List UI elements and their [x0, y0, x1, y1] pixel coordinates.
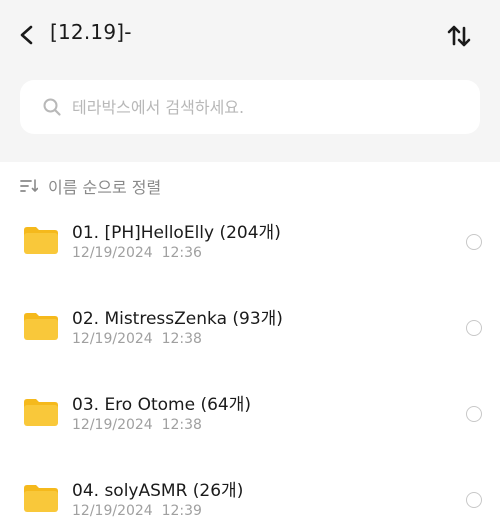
folder-time: 12:39 — [161, 503, 202, 519]
select-radio[interactable] — [466, 320, 482, 336]
list-item[interactable]: 01. [PH]HelloElly (204개) 12/19/2024 12:3… — [0, 202, 500, 288]
list-item[interactable]: 04. solyASMR (26개) 12/19/2024 12:39 — [0, 460, 500, 531]
file-list-panel: 이름 순으로 정렬 01. [PH]HelloElly (204개) 12/19… — [0, 162, 500, 531]
folder-name: 04. solyASMR (26개) — [72, 481, 244, 501]
folder-time: 12:38 — [161, 331, 202, 347]
folder-icon — [24, 227, 58, 254]
search-icon — [43, 98, 61, 116]
file-browser-screen: [12.19]- 이름 순으로 정렬 — [0, 0, 500, 531]
folder-icon — [24, 399, 58, 426]
list-item[interactable]: 03. Ero Otome (64개) 12/19/2024 12:38 — [0, 374, 500, 460]
select-radio[interactable] — [466, 406, 482, 422]
folder-modified: 12/19/2024 12:38 — [72, 417, 202, 433]
folder-name: 01. [PH]HelloElly (204개) — [72, 223, 281, 243]
folder-modified: 12/19/2024 12:36 — [72, 245, 202, 261]
sort-label: 이름 순으로 정렬 — [48, 178, 162, 197]
select-radio[interactable] — [466, 234, 482, 250]
chevron-left-icon — [20, 25, 33, 45]
folder-name: 03. Ero Otome (64개) — [72, 395, 252, 415]
search-bar[interactable] — [20, 80, 480, 134]
folder-time: 12:36 — [161, 245, 202, 261]
folder-date: 12/19/2024 — [72, 417, 153, 433]
folder-name: 02. MistressZenka (93개) — [72, 309, 283, 329]
folder-time: 12:38 — [161, 417, 202, 433]
folder-date: 12/19/2024 — [72, 331, 153, 347]
folder-modified: 12/19/2024 12:38 — [72, 331, 202, 347]
folder-date: 12/19/2024 — [72, 503, 153, 519]
sort-order-button[interactable] — [444, 21, 474, 51]
folder-modified: 12/19/2024 12:39 — [72, 503, 202, 519]
folder-icon — [24, 313, 58, 340]
folder-icon — [24, 485, 58, 512]
search-input[interactable] — [72, 97, 452, 117]
sort-selector[interactable]: 이름 순으로 정렬 — [20, 174, 161, 198]
select-radio[interactable] — [466, 492, 482, 508]
sort-arrows-icon — [447, 25, 471, 47]
sort-list-icon — [20, 179, 38, 192]
folder-title: [12.19]- — [50, 20, 132, 44]
list-item[interactable]: 02. MistressZenka (93개) 12/19/2024 12:38 — [0, 288, 500, 374]
back-button[interactable] — [12, 20, 42, 50]
top-bar: [12.19]- — [0, 0, 500, 72]
folder-date: 12/19/2024 — [72, 245, 153, 261]
